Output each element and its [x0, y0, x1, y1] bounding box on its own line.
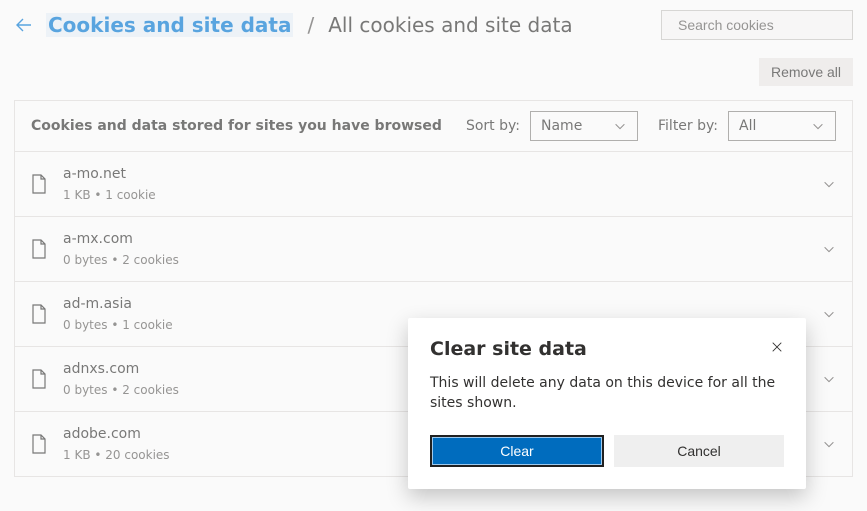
- site-meta: 0 bytes • 2 cookies: [63, 253, 806, 267]
- site-name: a-mx.com: [63, 231, 806, 247]
- filter-value: All: [739, 118, 756, 134]
- remove-all-button[interactable]: Remove all: [759, 58, 853, 86]
- clear-button[interactable]: Clear: [430, 435, 604, 467]
- section-title: Cookies and data stored for sites you ha…: [31, 118, 446, 134]
- site-name: ad-m.asia: [63, 296, 806, 312]
- sort-select[interactable]: Name: [530, 111, 638, 141]
- site-meta: 1 KB • 1 cookie: [63, 188, 806, 202]
- cookie-site-row[interactable]: a-mo.net 1 KB • 1 cookie: [15, 152, 852, 217]
- breadcrumb-current: All cookies and site data: [328, 13, 572, 37]
- file-icon: [31, 239, 47, 259]
- clear-site-data-dialog: Clear site data This will delete any dat…: [408, 318, 806, 489]
- breadcrumb-separator: /: [305, 13, 316, 37]
- cookie-site-row[interactable]: a-mx.com 0 bytes • 2 cookies: [15, 217, 852, 282]
- back-button[interactable]: [14, 15, 34, 35]
- chevron-down-icon: [613, 119, 627, 133]
- filter-select[interactable]: All: [728, 111, 836, 141]
- search-input[interactable]: [678, 17, 859, 33]
- chevron-down-icon: [811, 119, 825, 133]
- sort-label: Sort by:: [466, 118, 520, 134]
- cancel-button[interactable]: Cancel: [614, 435, 784, 467]
- file-icon: [31, 434, 47, 454]
- search-field[interactable]: [661, 10, 853, 40]
- breadcrumb-parent-link[interactable]: Cookies and site data: [46, 13, 293, 37]
- site-name: a-mo.net: [63, 166, 806, 182]
- chevron-down-icon: [822, 177, 836, 191]
- file-icon: [31, 369, 47, 389]
- filter-label: Filter by:: [658, 118, 718, 134]
- file-icon: [31, 174, 47, 194]
- dialog-body: This will delete any data on this device…: [430, 374, 784, 413]
- chevron-down-icon: [822, 372, 836, 386]
- file-icon: [31, 304, 47, 324]
- section-header: Cookies and data stored for sites you ha…: [15, 101, 852, 152]
- dialog-title: Clear site data: [430, 338, 587, 360]
- sort-value: Name: [541, 118, 582, 134]
- close-button[interactable]: [770, 338, 784, 352]
- chevron-down-icon: [822, 307, 836, 321]
- chevron-down-icon: [822, 242, 836, 256]
- close-icon: [772, 342, 782, 352]
- chevron-down-icon: [822, 437, 836, 451]
